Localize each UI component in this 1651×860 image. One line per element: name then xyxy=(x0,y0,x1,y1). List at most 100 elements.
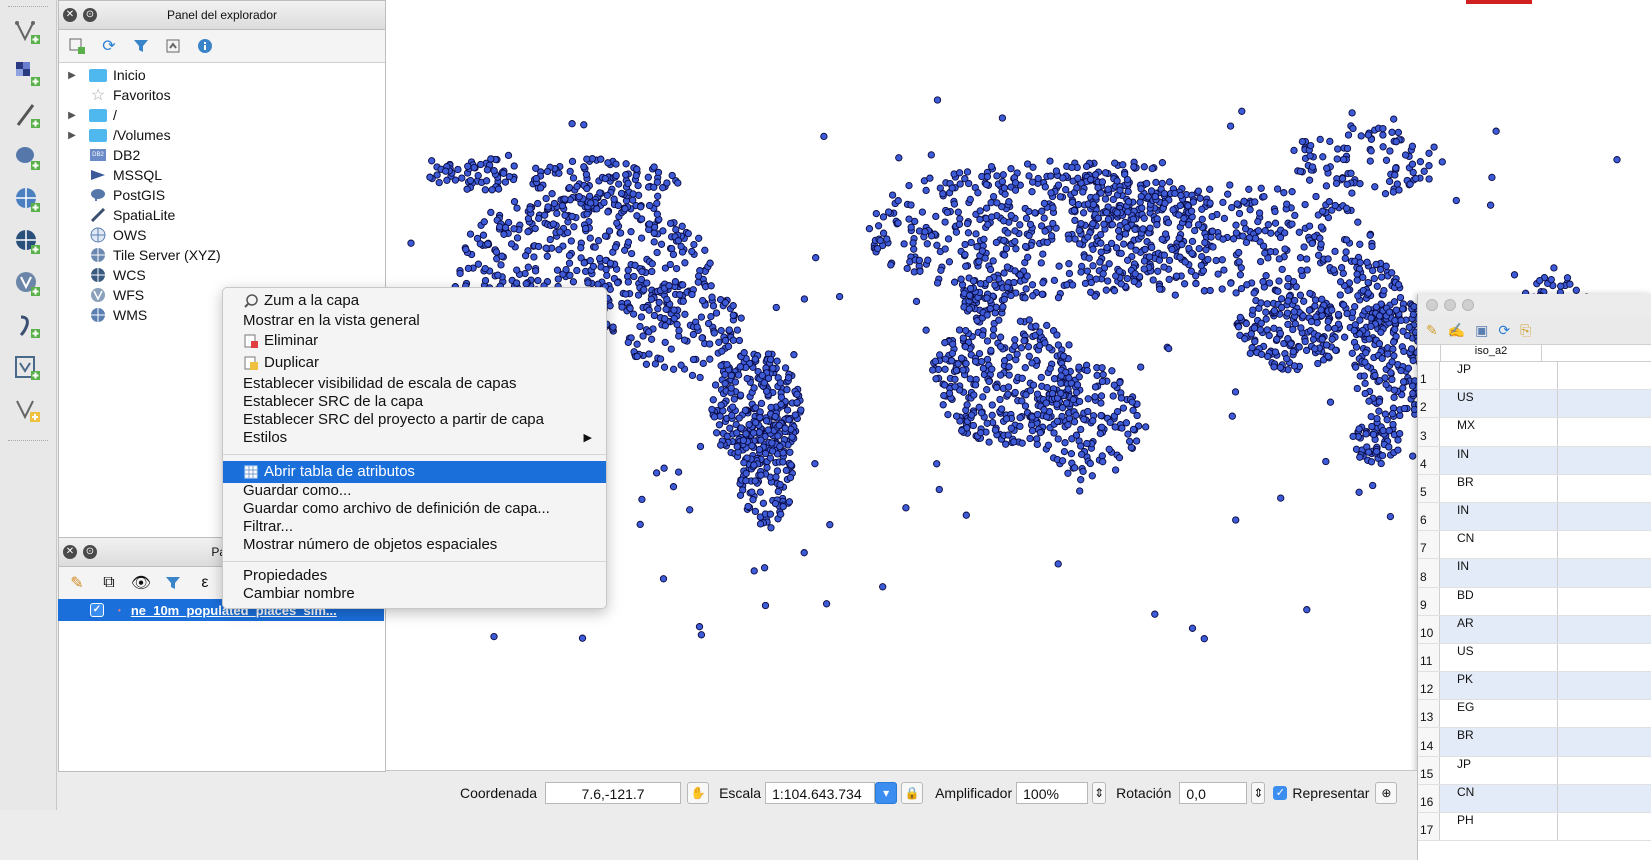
scale-dropdown-icon[interactable]: ▾ xyxy=(875,782,898,804)
menu-item-save-as[interactable]: Guardar como... xyxy=(223,482,606,500)
collapse-all-icon[interactable] xyxy=(163,36,183,56)
magnifier-field[interactable]: 100% xyxy=(1016,782,1089,804)
table-row[interactable]: 17 PH xyxy=(1418,813,1651,842)
info-icon[interactable] xyxy=(195,36,215,56)
row-number[interactable]: 8 xyxy=(1418,559,1440,587)
menu-item-properties[interactable]: Propiedades xyxy=(223,567,606,585)
cell-iso-a2[interactable]: MX xyxy=(1440,418,1558,446)
scale-field[interactable]: 1:104.643.734 xyxy=(765,782,876,804)
tree-item-wfs[interactable]: WFS xyxy=(59,285,144,305)
table-row[interactable]: 1 JP xyxy=(1418,362,1651,391)
table-row[interactable]: 14 BR xyxy=(1418,728,1651,757)
table-row[interactable]: 5 BR xyxy=(1418,474,1651,503)
row-number[interactable]: 10 xyxy=(1418,615,1440,643)
toggle-extents-icon[interactable]: ✋ xyxy=(687,782,710,804)
cell-iso-a2[interactable]: CN xyxy=(1440,784,1558,812)
tree-item-volumes[interactable]: ▶ /Volumes xyxy=(59,125,170,145)
table-row[interactable]: 12 PK xyxy=(1418,672,1651,701)
table-row[interactable]: 13 EG xyxy=(1418,700,1651,729)
row-number[interactable]: 16 xyxy=(1418,784,1440,812)
row-number[interactable]: 9 xyxy=(1418,587,1440,615)
cell-iso-a2[interactable]: CN xyxy=(1440,531,1558,559)
tree-item-postgis[interactable]: PostGIS xyxy=(59,185,165,205)
cell-iso-a2[interactable]: JP xyxy=(1440,756,1558,784)
add-postgis-layer-icon[interactable] xyxy=(10,140,46,176)
reload-icon[interactable]: ⟳ xyxy=(1498,322,1510,339)
row-number[interactable]: 14 xyxy=(1418,728,1440,756)
add-vector-layer-icon[interactable] xyxy=(10,14,46,50)
table-row[interactable]: 6 IN xyxy=(1418,502,1651,532)
edit-pencil-icon[interactable]: ✎ xyxy=(1426,322,1438,339)
new-shapefile-layer-icon[interactable] xyxy=(10,392,46,428)
visibility-icon[interactable]: 👁 xyxy=(131,573,151,593)
rotation-field[interactable]: 0,0 xyxy=(1179,782,1248,804)
rotation-spinner-icon[interactable]: ⇕ xyxy=(1251,782,1266,804)
tree-item-ows[interactable]: OWS xyxy=(59,225,146,245)
add-wfs-layer-icon[interactable] xyxy=(10,266,46,302)
row-number[interactable]: 3 xyxy=(1418,418,1440,446)
row-number[interactable]: 7 xyxy=(1418,531,1440,559)
cell-iso-a2[interactable]: PK xyxy=(1440,672,1558,700)
refresh-icon[interactable]: ⟳ xyxy=(99,36,119,56)
style-brush-icon[interactable]: ✎ xyxy=(67,573,87,593)
crs-status-icon[interactable]: ⊕ xyxy=(1375,782,1398,804)
add-raster-layer-icon[interactable] xyxy=(10,56,46,92)
cell-iso-a2[interactable]: EG xyxy=(1440,700,1558,728)
expression-filter-icon[interactable]: ε xyxy=(195,573,215,593)
magnifier-spinner-icon[interactable]: ⇕ xyxy=(1092,782,1107,804)
table-row[interactable]: 11 US xyxy=(1418,643,1651,673)
tree-item-mssql[interactable]: MSSQL xyxy=(59,165,162,185)
filter-icon[interactable] xyxy=(163,573,183,593)
add-feature-icon[interactable]: ⎘ xyxy=(1520,322,1531,339)
row-number[interactable]: 17 xyxy=(1418,813,1440,841)
row-number[interactable]: 15 xyxy=(1418,756,1440,784)
menu-item-zoom-to-layer[interactable]: Zum a la capa xyxy=(223,292,606,310)
add-wms-layer-icon[interactable] xyxy=(10,182,46,218)
float-icon[interactable]: ⊙ xyxy=(83,545,97,559)
cell-iso-a2[interactable]: BR xyxy=(1440,474,1558,502)
menu-item-show-feature-count[interactable]: Mostrar número de objetos espaciales xyxy=(223,536,606,554)
window-zoom-button[interactable] xyxy=(1462,299,1474,311)
menu-item-remove[interactable]: Eliminar xyxy=(223,332,606,350)
cell-iso-a2[interactable]: BD xyxy=(1440,587,1558,615)
expand-arrow-icon[interactable]: ▶ xyxy=(65,130,79,141)
menu-item-duplicate[interactable]: Duplicar xyxy=(223,354,606,372)
table-row[interactable]: 10 AR xyxy=(1418,615,1651,644)
tree-item-wms[interactable]: WMS xyxy=(59,305,147,325)
menu-item-rename[interactable]: Cambiar nombre xyxy=(223,585,606,603)
menu-item-save-definition[interactable]: Guardar como archivo de definición de ca… xyxy=(223,500,606,518)
cell-iso-a2[interactable]: IN xyxy=(1440,502,1558,531)
cell-iso-a2[interactable]: JP xyxy=(1440,362,1558,390)
coordinate-field[interactable]: 7.6,-121.7 xyxy=(545,782,682,804)
row-number[interactable]: 13 xyxy=(1418,700,1440,728)
cell-iso-a2[interactable]: IN xyxy=(1440,446,1558,474)
row-number[interactable]: 5 xyxy=(1418,474,1440,502)
table-row[interactable]: 9 BD xyxy=(1418,587,1651,616)
cell-iso-a2[interactable]: PH xyxy=(1440,813,1558,841)
float-icon[interactable]: ⊙ xyxy=(83,8,97,22)
row-number[interactable]: 6 xyxy=(1418,502,1440,531)
table-row[interactable]: 15 JP xyxy=(1418,756,1651,785)
cell-iso-a2[interactable]: BR xyxy=(1440,728,1558,756)
layer-visibility-checkbox[interactable]: ✓ xyxy=(90,603,104,617)
add-selected-layer-icon[interactable] xyxy=(67,36,87,56)
table-row[interactable]: 8 IN xyxy=(1418,559,1651,588)
add-wcs-layer-icon[interactable] xyxy=(10,224,46,260)
lock-scale-icon[interactable]: 🔒 xyxy=(901,782,924,804)
row-number[interactable]: 11 xyxy=(1418,643,1440,672)
menu-item-set-layer-crs[interactable]: Establecer SRC de la capa xyxy=(223,393,606,411)
cell-iso-a2[interactable]: US xyxy=(1440,643,1558,672)
tree-item-root[interactable]: ▶ / xyxy=(59,105,117,125)
row-number[interactable]: 1 xyxy=(1418,362,1440,390)
save-edits-icon[interactable]: ▣ xyxy=(1475,322,1488,339)
tree-item-db2[interactable]: DB2 DB2 xyxy=(59,145,140,165)
column-header-iso-a2[interactable]: iso_a2 xyxy=(1441,345,1542,361)
expand-arrow-icon[interactable]: ▶ xyxy=(65,70,79,81)
row-number[interactable]: 4 xyxy=(1418,446,1440,474)
table-row[interactable]: 4 IN xyxy=(1418,446,1651,475)
menu-item-filter[interactable]: Filtrar... xyxy=(223,518,606,536)
tree-item-inicio[interactable]: ▶ Inicio xyxy=(59,65,146,85)
toolbar-grip[interactable] xyxy=(8,6,48,11)
cell-iso-a2[interactable]: IN xyxy=(1440,559,1558,587)
cell-iso-a2[interactable]: US xyxy=(1440,390,1558,418)
